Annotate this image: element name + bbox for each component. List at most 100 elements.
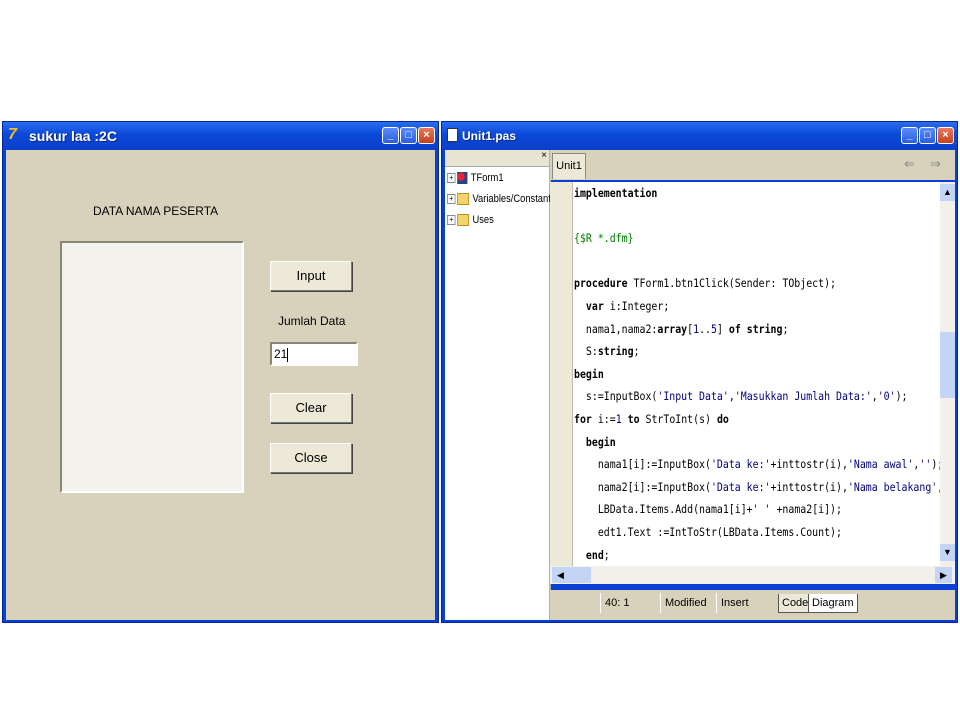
horizontal-scrollbar[interactable]: ◀ ▶ (550, 566, 955, 584)
folder-icon (457, 193, 470, 206)
code-token: 'Nama awal' (847, 457, 914, 472)
code-line: {$R *.dfm} (574, 231, 888, 245)
jumlah-data-label: Jumlah Data (278, 314, 346, 328)
code-token: i:= (591, 412, 616, 426)
scroll-thumb[interactable] (940, 332, 955, 398)
code-line: implementation (574, 186, 888, 200)
code-lines: implementation {$R *.dfm} procedure TForm1… (574, 186, 943, 566)
code-line: for i:=1 to StrToInt(s) do (574, 412, 888, 426)
modified-status: Modified (660, 593, 715, 613)
code-line: nama1[i]:=InputBox('Data ke:'+inttostr(i… (574, 457, 943, 472)
document-icon (447, 128, 458, 142)
code-line: end; (574, 548, 888, 562)
form-window: 7 sukur laa :2C _ □ × DATA NAMA PESERTA … (2, 121, 439, 623)
code-token: nama1,nama2: (574, 321, 658, 336)
code-token: of string (728, 321, 783, 336)
code-token: LBData.Items.Add(nama1[i]+ (574, 502, 753, 517)
code-token: .. (699, 321, 711, 336)
tab-unit1[interactable]: Unit1 (552, 153, 586, 179)
form-titlebar[interactable]: 7 sukur laa :2C _ □ × (3, 122, 438, 150)
editor-status-bar: 40: 1 Modified Insert Code Diagram (550, 590, 955, 620)
code-token: '0' (877, 389, 896, 404)
code-token: edt1.Text :=IntToStr(LBData.Items.Count)… (574, 525, 842, 539)
folder-icon (457, 214, 470, 227)
code-token: ] (716, 321, 729, 336)
scroll-down-icon[interactable]: ▼ (940, 544, 955, 561)
code-token: '' (919, 457, 932, 472)
editor-close-button[interactable]: × (937, 127, 954, 144)
jumlah-data-value: 21 (274, 347, 288, 361)
code-token: ; (782, 321, 789, 336)
maximize-button[interactable]: □ (400, 127, 417, 144)
code-token: do (716, 412, 729, 426)
expand-icon[interactable]: + (447, 173, 456, 184)
editor-title: Unit1.pas (462, 129, 517, 143)
editor-titlebar[interactable]: Unit1.pas _ □ × (442, 122, 957, 150)
tree-item-variables-constants[interactable]: + Variables/Constants (447, 193, 555, 211)
editor-window: Unit1.pas _ □ × × + TForm1 + Variables/Con… (441, 121, 958, 623)
code-token: ' ' (752, 502, 771, 517)
hscroll-thumb[interactable] (569, 567, 591, 583)
scroll-up-icon[interactable]: ▲ (940, 184, 955, 201)
clear-button[interactable]: Clear (270, 393, 352, 423)
tree-item-uses[interactable]: + Uses (447, 214, 494, 232)
code-token: implementation (574, 186, 658, 200)
code-token: end (574, 547, 604, 562)
back-arrow-icon[interactable]: ⇐ (904, 156, 915, 172)
code-editor[interactable]: implementation {$R *.dfm} procedure TForm1… (550, 182, 955, 566)
scroll-left-icon[interactable]: ◀ (552, 567, 569, 583)
expand-icon[interactable]: + (447, 215, 456, 226)
code-token: S: (574, 344, 598, 359)
jumlah-data-input[interactable]: 21 (270, 342, 358, 366)
code-token: s:=InputBox( (574, 389, 658, 404)
names-listbox[interactable] (60, 241, 244, 493)
code-token: i:Integer; (603, 299, 670, 313)
code-line: S:string; (574, 344, 888, 358)
explorer-grip-bar[interactable]: × (445, 150, 549, 167)
code-token: +inttostr(i), (770, 479, 848, 494)
explorer-close-icon[interactable]: × (541, 150, 547, 161)
text-cursor (287, 347, 289, 362)
code-token: 'Nama belakang' (847, 479, 938, 494)
input-button[interactable]: Input (270, 261, 352, 291)
code-token: ; (603, 547, 610, 562)
code-token: nama2[i]:=InputBox( (574, 479, 711, 494)
code-line: procedure TForm1.btn1Click(Sender: TObje… (574, 276, 888, 290)
code-token: begin (574, 434, 616, 449)
editor-maximize-button[interactable]: □ (919, 127, 936, 144)
code-explorer-panel: × + TForm1 + Variables/Constants + Uses (445, 150, 555, 620)
code-token: string (597, 344, 634, 359)
code-token: array (657, 321, 688, 336)
code-line: nama1,nama2:array[1..5] of string; (574, 322, 888, 336)
gutter (550, 182, 573, 566)
tab-diagram[interactable]: Diagram (808, 594, 858, 613)
code-token: 'Masukkan Jumlah Data:' (734, 389, 872, 404)
code-token: ; (633, 344, 640, 359)
form-title: sukur laa :2C (29, 128, 117, 144)
code-token: 'Data ke:' (710, 457, 771, 472)
code-token: to (627, 412, 640, 426)
code-token: begin (574, 366, 604, 381)
code-token: for (574, 412, 592, 426)
code-line: begin (574, 367, 888, 381)
close-button[interactable]: Close (270, 443, 352, 473)
code-token: TForm1.btn1Click(Sender: TObject); (627, 276, 836, 291)
close-window-button[interactable]: × (418, 127, 435, 144)
editor-minimize-button[interactable]: _ (901, 127, 918, 144)
code-line: begin (574, 435, 888, 449)
code-line: nama2[i]:=InputBox('Data ke:'+inttostr(i… (574, 479, 943, 494)
code-token: +inttostr(i), (770, 457, 848, 472)
code-token: 'Input Data' (657, 389, 729, 404)
forward-arrow-icon[interactable]: ⇒ (930, 156, 941, 172)
editor-tab-strip: Unit1 ⇐ ⇒ (550, 150, 955, 180)
minimize-button[interactable]: _ (382, 127, 399, 144)
scroll-right-icon[interactable]: ▶ (935, 567, 952, 583)
tree-item-tform1[interactable]: + TForm1 (447, 172, 504, 190)
delphi-app-icon: 7 (8, 126, 17, 143)
vertical-scrollbar[interactable]: ▲ ▼ (940, 182, 955, 566)
expand-icon[interactable]: + (447, 194, 456, 205)
cursor-position: 40: 1 (600, 593, 661, 613)
code-token: +nama2[i]); (770, 502, 842, 517)
code-token: {$R *.dfm} (574, 231, 634, 246)
